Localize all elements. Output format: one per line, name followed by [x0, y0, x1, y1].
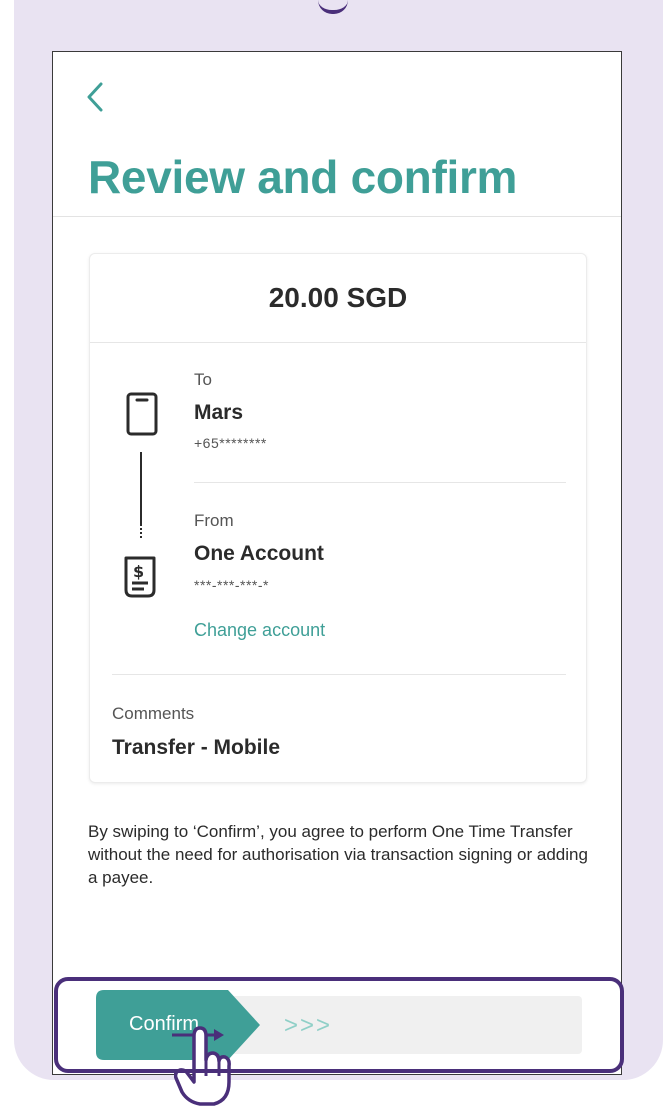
swipe-chevrons-icon: >>> — [284, 1012, 333, 1039]
from-label: From — [194, 511, 234, 530]
header-divider — [53, 216, 621, 217]
recipient-number: +65******** — [194, 435, 267, 451]
change-account-link[interactable]: Change account — [194, 620, 325, 641]
account-statement-icon: $ — [124, 556, 156, 598]
to-label: To — [194, 370, 212, 389]
swipe-hand-icon — [174, 1026, 231, 1106]
chevron-left-icon[interactable] — [83, 80, 109, 114]
section-divider — [194, 482, 566, 483]
source-account-number: ***-***-***-* — [194, 577, 269, 593]
disclaimer-text: By swiping to ‘Confirm’, you agree to pe… — [88, 822, 588, 887]
timeline-dots — [140, 524, 142, 538]
card-divider — [90, 342, 586, 343]
svg-text:$: $ — [133, 562, 144, 581]
comments-label: Comments — [112, 704, 195, 723]
source-account-name: One Account — [194, 542, 324, 565]
page-title: Review and confirm — [88, 151, 518, 203]
section-divider — [112, 674, 566, 675]
mobile-phone-icon — [126, 392, 158, 436]
transfer-amount: 20.00 SGD — [268, 282, 408, 313]
recipient-name: Mars — [194, 401, 244, 424]
transfer-summary-card: 20.00 SGD $ To Mars +65******** From One… — [89, 253, 587, 783]
timeline-line — [140, 452, 142, 526]
comments-value: Transfer - Mobile — [112, 736, 281, 759]
app-screen: Review and confirm 20.00 SGD $ To Mars +… — [52, 51, 622, 1075]
